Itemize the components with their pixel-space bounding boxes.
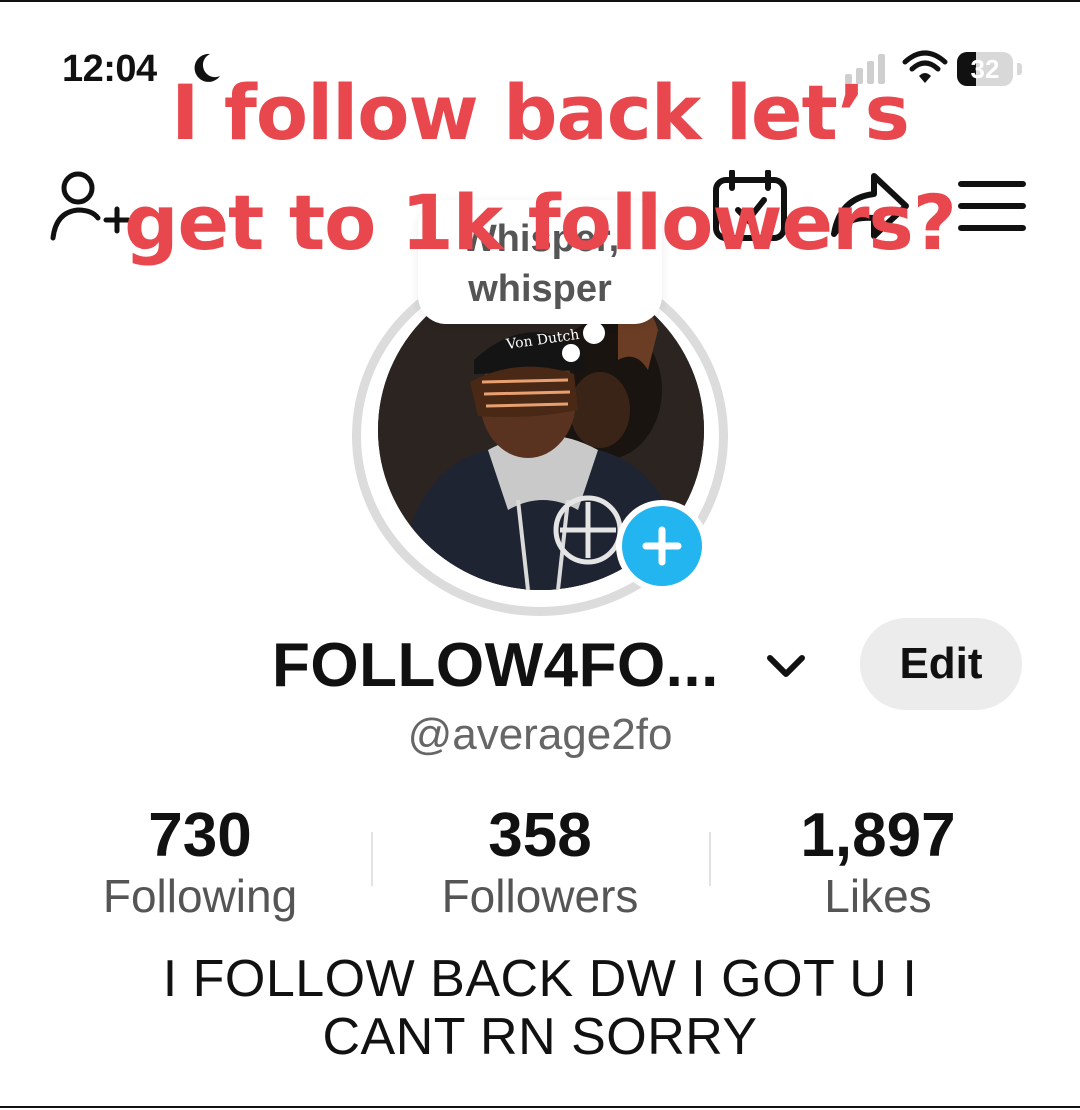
- stat-followers-label: Followers: [441, 870, 639, 922]
- profile-bio-text: I FOLLOW BACK DW I GOT U I CANT RN SORRY: [162, 950, 918, 1066]
- thought-bubble-tail-large: [583, 322, 605, 344]
- edit-profile-button[interactable]: Edit: [860, 618, 1022, 710]
- stat-likes-label: Likes: [824, 870, 932, 922]
- display-name[interactable]: FOLLOW4FO...: [272, 630, 719, 701]
- chevron-down-icon[interactable]: [764, 652, 808, 680]
- profile-stats: 730 Following 358 Followers 1,897 Likes: [30, 798, 1050, 928]
- user-handle: @average2fo: [407, 710, 673, 759]
- overlay-caption-line-1: I follow back let’s: [171, 68, 910, 157]
- thought-bubble-tail-small: [562, 344, 580, 362]
- stat-likes[interactable]: 1,897 Likes: [708, 798, 1048, 920]
- profile-bio: I FOLLOW BACK DW I GOT U I CANT RN SORRY: [0, 950, 1080, 1066]
- stat-following-label: Following: [102, 870, 298, 922]
- plus-icon: [642, 526, 682, 566]
- stat-following-value: 730: [148, 801, 252, 870]
- bottom-border: [0, 1106, 1080, 1108]
- overlay-caption: I follow back let’s get to 1k followers?: [0, 58, 1080, 278]
- add-story-button[interactable]: [616, 500, 708, 592]
- overlay-caption-line-2: get to 1k followers?: [124, 178, 957, 267]
- stat-followers[interactable]: 358 Followers: [370, 798, 710, 920]
- add-story-badge: [622, 506, 702, 586]
- stat-likes-value: 1,897: [800, 801, 956, 870]
- stat-following[interactable]: 730 Following: [30, 798, 370, 920]
- stat-followers-value: 358: [488, 801, 592, 870]
